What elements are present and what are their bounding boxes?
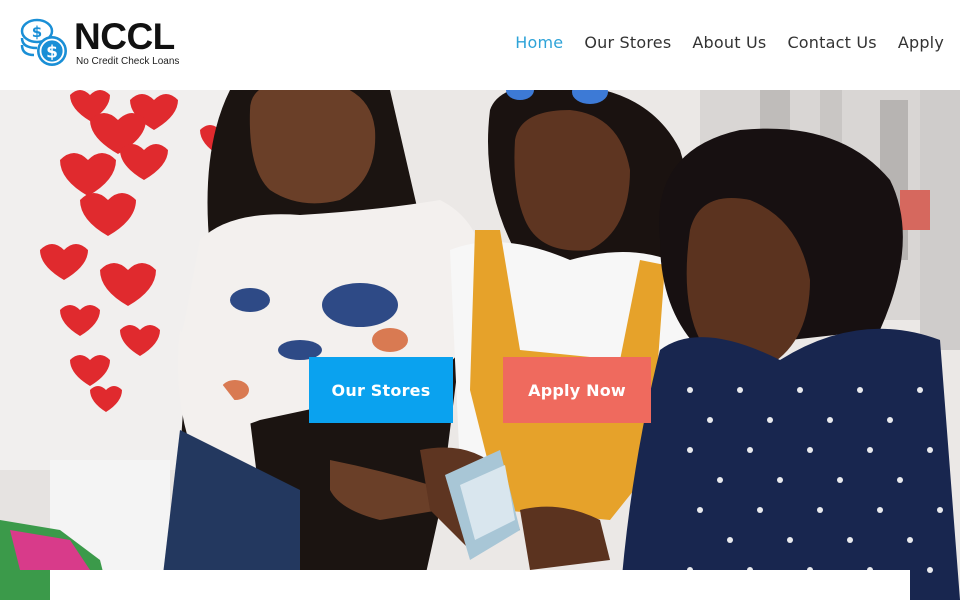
hero-banner: Our Stores Apply Now: [0, 90, 960, 600]
site-header: $ $ NCCL No Credit Check Loans Home Our …: [0, 0, 960, 90]
nav-home[interactable]: Home: [515, 33, 563, 52]
svg-text:$: $: [46, 43, 58, 63]
nav-contact-us[interactable]: Contact Us: [787, 33, 876, 52]
site-logo[interactable]: $ $ NCCL No Credit Check Loans: [20, 18, 179, 70]
our-stores-button[interactable]: Our Stores: [309, 357, 453, 423]
logo-tagline: No Credit Check Loans: [76, 56, 180, 67]
nav-about-us[interactable]: About Us: [692, 33, 766, 52]
dollar-coins-icon: $ $: [20, 18, 72, 70]
nav-apply[interactable]: Apply: [898, 33, 944, 52]
apply-now-button[interactable]: Apply Now: [503, 357, 651, 423]
hero-photo: [0, 90, 960, 600]
content-card: [50, 570, 910, 600]
main-nav: Home Our Stores About Us Contact Us Appl…: [494, 33, 944, 52]
logo-title: NCCL: [74, 16, 175, 57]
svg-text:$: $: [32, 23, 42, 41]
nav-our-stores[interactable]: Our Stores: [584, 33, 671, 52]
